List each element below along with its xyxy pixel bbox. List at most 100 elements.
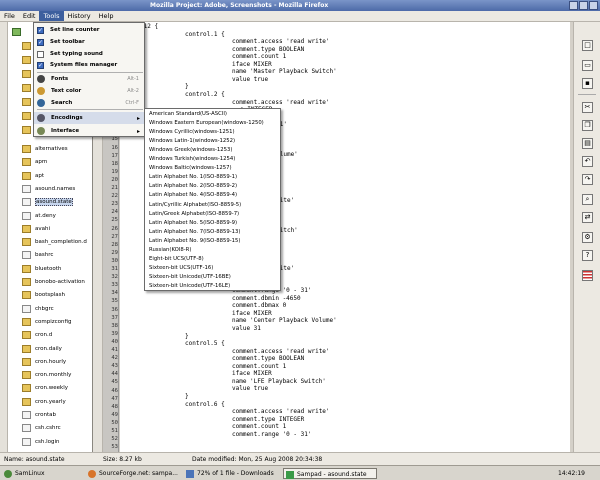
tree-item[interactable]: apm [8,156,92,168]
encoding-option[interactable]: Latin Alphabet No. 4(ISO-8859-4) [149,191,237,200]
paste-icon[interactable]: ▤ [582,138,593,149]
encoding-option[interactable]: Russian(KOI8-R) [149,246,191,255]
task-sampad[interactable]: Sampad - asound.state [283,468,377,479]
encoding-option[interactable]: Latin Alphabet No. 9(ISO-8859-15) [149,237,241,246]
settings-icon[interactable]: ⚙ [582,232,593,243]
encoding-option[interactable]: Windows Turkish(windows-1254) [149,155,235,164]
menu-item-fonts[interactable]: Fonts Alt-1 [34,73,144,85]
find-icon[interactable]: ⌕ [582,194,593,205]
encoding-option[interactable]: Latin Alphabet No. 2(ISO-8859-2) [149,182,237,191]
menu-item-set-toolbar[interactable]: ✓ Set toolbar [34,36,144,48]
encoding-option[interactable]: Windows Eastern European(windows-1250) [149,119,264,128]
menu-tools[interactable]: Tools [39,11,64,21]
tree-item[interactable]: csh.login [8,436,92,448]
tree-item[interactable]: cron.d [8,329,92,341]
encoding-option[interactable]: Latin/Greek Alphabet(ISO-8859-7) [149,210,239,219]
tree-item[interactable]: bashrc [8,249,92,261]
encoding-option[interactable]: Latin Alphabet No. 5(ISO-8859-9) [149,219,237,228]
save-icon[interactable]: ▪ [582,78,593,89]
tree-item[interactable]: avahi [8,223,92,235]
start-icon [4,469,12,478]
encoding-option[interactable]: Sixteen-bit UCS(UTF-16) [149,264,213,273]
open-folder-icon[interactable]: ▭ [582,60,593,71]
maximize-button[interactable] [579,1,588,10]
replace-icon[interactable]: ⇄ [582,212,593,223]
line-number: 29 [111,249,118,256]
tree-item-label: cron.monthly [35,372,72,379]
line-number: 20 [111,176,118,183]
encoding-option[interactable]: American Standard(US-ASCII) [149,110,227,119]
tree-item[interactable]: alternatives [8,143,92,155]
encoding-option[interactable]: Latin Alphabet No. 1(ISO-8859-1) [149,173,237,182]
folder-icon [22,264,31,273]
encoding-option[interactable]: Sixteen-bit Unicode(UTF-16LE) [149,282,230,291]
folder-icon [22,238,31,247]
task-firefox[interactable]: SourceForge.net: sampa... [86,468,182,479]
encoding-option[interactable]: Latin/Cyrillic Alphabet(ISO-8859-5) [149,201,241,210]
line-number: 24 [111,209,118,216]
tree-item[interactable]: bash_completion.d [8,236,92,248]
folder-icon [22,384,31,393]
encoding-option[interactable]: Windows Baltic(windows-1257) [149,164,232,173]
tree-item[interactable]: compizconfig [8,316,92,328]
copy-icon[interactable]: ❐ [582,120,593,131]
tree-item[interactable]: crontab [8,409,92,421]
tree-item[interactable]: cron.monthly [8,369,92,381]
tree-item[interactable]: bootsplash [8,289,92,301]
menu-history[interactable]: History [64,11,95,21]
menu-item-interface[interactable]: Interface ▸ [34,125,144,137]
close-button[interactable] [589,1,598,10]
menu-edit[interactable]: Edit [19,11,40,21]
menu-item-system-files-manager[interactable]: ✓ System files manager [34,59,144,71]
cut-icon[interactable]: ✂ [582,102,593,113]
menu-bar: File Edit Tools History Help [0,11,600,22]
toolbar-divider [578,94,596,95]
redo-icon[interactable]: ↷ [582,174,593,185]
task-start[interactable]: SamLinux [2,468,60,479]
line-number: 47 [111,395,118,402]
encoding-option[interactable]: Windows Greek(windows-1253) [149,146,232,155]
menu-file[interactable]: File [0,11,19,21]
tree-item[interactable]: bonobo-activation [8,276,92,288]
task-label: 72% of 1 file - Downloads [197,470,274,477]
help-icon[interactable]: ? [582,250,593,261]
folder-icon [22,224,31,233]
tree-item[interactable]: chbgrc [8,303,92,315]
undo-icon[interactable]: ↶ [582,156,593,167]
new-file-icon[interactable]: □ [582,40,593,51]
clock: 14:42:19 [556,468,596,479]
encoding-option[interactable]: Sixteen-bit Unicode(UTF-16BE) [149,273,231,282]
menu-shortcut: Alt-1 [127,76,139,82]
tree-item[interactable]: asound.state [8,196,92,208]
encoding-option[interactable]: Latin Alphabet No. 7(ISO-8859-13) [149,228,241,237]
tree-item[interactable]: cron.weekly [8,382,92,394]
file-icon [22,251,31,260]
tree-item[interactable]: apt [8,170,92,182]
menu-item-set-line-counter[interactable]: ✓ Set line counter [34,24,144,36]
tree-item[interactable]: cron.hourly [8,356,92,368]
encoding-option[interactable]: Windows Cyrillic(windows-1251) [149,128,235,137]
menu-item-search[interactable]: Search Ctrl-F [34,97,144,109]
tree-item[interactable]: asound.names [8,183,92,195]
tree-item[interactable]: csh.cshrc [8,422,92,434]
encoding-option[interactable]: Windows Latin-1(windows-1252) [149,137,235,146]
clock-text: 14:42:19 [558,470,585,477]
folder-icon [22,397,31,406]
task-downloads[interactable]: 72% of 1 file - Downloads [184,468,280,479]
minimize-button[interactable] [569,1,578,10]
line-number: 46 [111,387,118,394]
tree-item[interactable]: cron.yearly [8,396,92,408]
menu-item-label: Interface [51,128,80,134]
tree-item[interactable]: bluetooth [8,263,92,275]
language-flag-icon[interactable] [582,270,593,281]
menu-item-encodings[interactable]: Encodings ▸ [34,112,144,124]
menu-help[interactable]: Help [95,11,118,21]
line-number: 31 [111,266,118,272]
tree-item[interactable]: at.deny [8,210,92,222]
menu-item-text-color[interactable]: Text color Alt-2 [34,85,144,97]
line-number: 21 [111,185,118,191]
line-number: 23 [111,201,118,208]
tree-item[interactable]: cron.daily [8,343,92,355]
line-number: 41 [111,347,118,353]
encoding-option[interactable]: Eight-bit UCS(UTF-8) [149,255,204,264]
